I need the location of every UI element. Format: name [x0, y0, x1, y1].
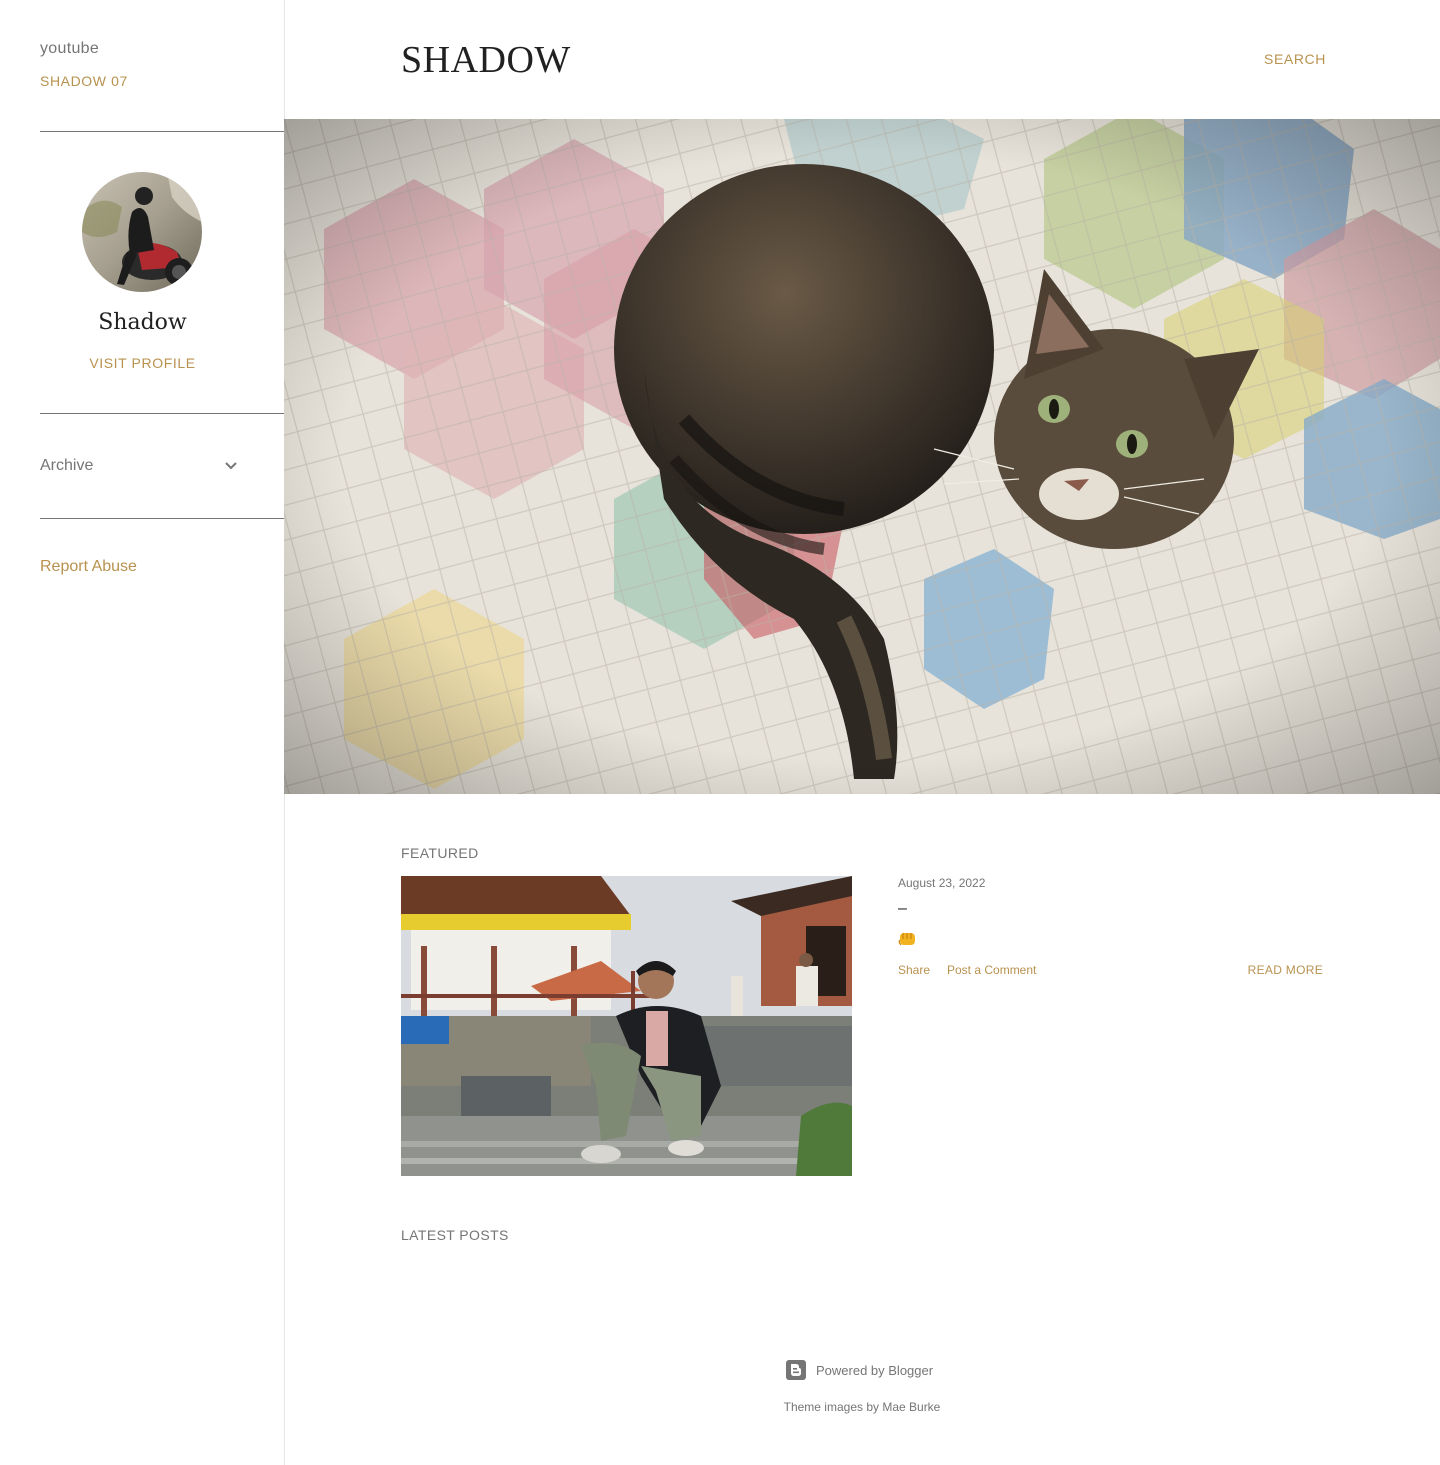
featured-section-title: FEATURED [401, 845, 479, 861]
blogger-icon [786, 1360, 806, 1380]
header-image [284, 119, 1440, 794]
post-title[interactable]: – [898, 900, 907, 918]
post-date[interactable]: August 23, 2022 [898, 876, 985, 890]
sidebar-link-youtube[interactable]: youtube [40, 40, 99, 58]
sidebar: youtube SHADOW 07 Shadow VISIT PROFILE A… [0, 0, 285, 1465]
featured-post-image[interactable] [401, 876, 852, 1176]
chevron-down-icon [219, 454, 243, 478]
blog-title[interactable]: SHADOW [401, 38, 571, 82]
profile-avatar[interactable] [82, 172, 202, 292]
latest-posts-title: LATEST POSTS [401, 1227, 509, 1243]
sidebar-divider [40, 131, 285, 132]
post-comment-link[interactable]: Post a Comment [947, 963, 1036, 977]
archive-toggle[interactable]: Archive [40, 450, 245, 482]
fist-emoji-icon [898, 930, 918, 948]
read-more-link[interactable]: READ MORE [1248, 963, 1323, 977]
visit-profile-link[interactable]: VISIT PROFILE [40, 355, 245, 371]
theme-credit: Theme images by Mae Burke [783, 1400, 941, 1414]
share-button[interactable]: Share [898, 963, 930, 977]
report-abuse-link[interactable]: Report Abuse [40, 558, 137, 576]
sidebar-divider [40, 413, 285, 414]
post-actions: Share Post a Comment READ MORE [898, 963, 1323, 981]
archive-label: Archive [40, 457, 94, 474]
sidebar-link-shadow-07[interactable]: SHADOW 07 [40, 73, 128, 89]
sidebar-divider [40, 518, 285, 519]
powered-by-blogger-link[interactable]: Powered by Blogger [786, 1359, 933, 1381]
profile-name: Shadow [98, 310, 187, 335]
search-button[interactable]: SEARCH [1264, 51, 1326, 67]
powered-by-label: Powered by Blogger [816, 1362, 934, 1378]
